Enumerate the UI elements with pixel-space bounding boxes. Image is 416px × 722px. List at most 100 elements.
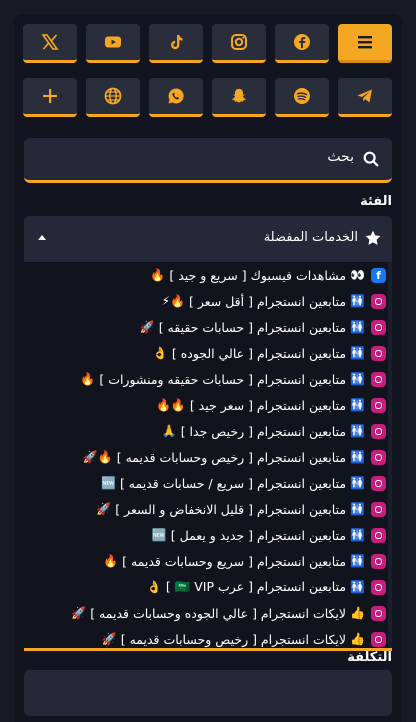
- service-option[interactable]: 🚻 متابعين انستجرام [ رخيص جدا ] 🙏: [24, 418, 392, 444]
- service-text: متابعين انستجرام [ حسابات حقيقه ]: [158, 319, 347, 335]
- service-tail-emoji: 👌: [152, 346, 168, 360]
- search-box[interactable]: بحث: [24, 138, 392, 183]
- service-badge: 👍: [350, 632, 365, 646]
- service-badge: 🚻: [350, 580, 365, 594]
- caret-up-icon: [38, 235, 46, 240]
- service-badge: 🚻: [350, 294, 365, 308]
- service-option[interactable]: 🚻 متابعين انستجرام [ حسابات حقيقه ] 🚀: [24, 314, 392, 340]
- instagram-icon: [371, 449, 386, 465]
- telegram-button[interactable]: [338, 78, 392, 117]
- instagram-icon: [371, 553, 386, 569]
- service-option[interactable]: 🚻 متابعين انستجرام [ رخيص وحسابات قديمه ]…: [24, 444, 392, 470]
- tiktok-button[interactable]: [149, 24, 203, 63]
- service-tail-emoji: 🔥: [80, 372, 96, 386]
- instagram-icon: [371, 605, 386, 621]
- service-text: مشاهدات فيسبوك [ سريع و جيد ]: [169, 267, 347, 283]
- service-rows: f 👀 مشاهدات فيسبوك [ سريع و جيد ] 🔥 🚻 متابعين…: [24, 262, 392, 648]
- service-option[interactable]: 👍 لايكات انستجرام [ رخيص وحسابات قديمه ] 🚀: [24, 626, 392, 648]
- instagram-icon: [371, 397, 386, 413]
- service-tail-emoji: 🚀: [96, 502, 112, 516]
- service-badge: 🚻: [350, 346, 365, 360]
- category-label: الفئة: [360, 194, 392, 209]
- facebook-button[interactable]: [275, 24, 329, 63]
- platform-row-2: [23, 78, 392, 118]
- service-tail-emoji: 🚀: [101, 632, 117, 646]
- service-badge: 🚻: [350, 476, 365, 490]
- instagram-icon: [371, 345, 386, 361]
- instagram-icon: [371, 423, 386, 439]
- service-tail-emoji: 🚀: [71, 606, 87, 620]
- scrollbar[interactable]: [388, 262, 392, 648]
- search-label: بحث: [327, 149, 354, 165]
- service-tail-emoji: 🔥⚡: [161, 294, 185, 308]
- service-badge: 🚻: [350, 502, 365, 516]
- service-badge: 🚻: [350, 398, 365, 412]
- instagram-icon: [371, 579, 386, 595]
- more-button[interactable]: [23, 78, 77, 117]
- service-text: متابعين انستجرام [ رخيص وحسابات قديمه ]: [116, 449, 347, 465]
- snapchat-icon: [232, 88, 246, 103]
- service-tail-emoji: 🔥: [103, 554, 119, 568]
- service-text: متابعين انستجرام [ رخيص جدا ]: [180, 423, 347, 439]
- x-button[interactable]: [23, 24, 77, 63]
- service-text: لايكات انستجرام [ رخيص وحسابات قديمه ]: [120, 631, 347, 647]
- service-option[interactable]: 🚻 متابعين انستجرام [ عرب 🇸🇦 VIP ] 👌: [24, 574, 392, 600]
- service-badge: 👀: [350, 268, 365, 282]
- youtube-icon: [105, 36, 121, 48]
- plus-icon: [43, 89, 57, 103]
- globe-button[interactable]: [86, 78, 140, 117]
- service-option[interactable]: 🚻 متابعين انستجرام [ سريع وحسابات قديمه ]…: [24, 548, 392, 574]
- instagram-icon: [371, 527, 386, 543]
- service-option[interactable]: 🚻 متابعين انستجرام [ قليل الانخفاض و السع…: [24, 496, 392, 522]
- x-icon: [41, 34, 59, 50]
- service-list[interactable]: f 👀 مشاهدات فيسبوك [ سريع و جيد ] 🔥 🚻 متابعين…: [24, 262, 392, 651]
- category-select[interactable]: الخدمات المفضلة: [24, 216, 392, 262]
- service-option[interactable]: 🚻 متابعين انستجرام [ أقل سعر ] 🔥⚡: [24, 288, 392, 314]
- service-option[interactable]: 🚻 متابعين انستجرام [ جديد و يعمل ] 🆕: [24, 522, 392, 548]
- instagram-button[interactable]: [212, 24, 266, 63]
- service-badge: 🚻: [350, 528, 365, 542]
- tiktok-icon: [171, 35, 183, 50]
- star-icon: [365, 230, 381, 245]
- whatsapp-button[interactable]: [149, 78, 203, 117]
- service-badge: 🚻: [350, 320, 365, 334]
- platform-grid: [23, 24, 392, 132]
- instagram-icon: [371, 475, 386, 491]
- service-text: لايكات انستجرام [ عالي الجوده وحسابات قد…: [90, 605, 347, 621]
- service-option[interactable]: 👍 لايكات انستجرام [ عالي الجوده وحسابات ق…: [24, 600, 392, 626]
- service-tail-emoji: 🙏: [161, 424, 177, 438]
- facebook-icon: [294, 34, 310, 50]
- service-option[interactable]: 🚻 متابعين انستجرام [ سعر جيد ] 🔥🔥: [24, 392, 392, 418]
- spotify-icon: [294, 88, 310, 104]
- menu-icon: [358, 36, 372, 49]
- service-option[interactable]: 🚻 متابعين انستجرام [ حسابات حقيقه ومنشورا…: [24, 366, 392, 392]
- platform-row-1: [23, 24, 392, 64]
- service-tail-emoji: 👌: [146, 580, 162, 594]
- search-icon: [363, 151, 379, 167]
- service-text: متابعين انستجرام [ عرب 🇸🇦 VIP ]: [165, 579, 347, 594]
- telegram-icon: [357, 89, 372, 103]
- service-tail-emoji: 🔥🚀: [82, 450, 113, 464]
- menu-button[interactable]: [338, 24, 392, 63]
- service-tail-emoji: 🆕: [101, 476, 116, 490]
- service-option[interactable]: 🚻 متابعين انستجرام [ سريع / حسابات قديمه …: [24, 470, 392, 496]
- service-text: متابعين انستجرام [ سريع وحسابات قديمه ]: [122, 553, 347, 569]
- youtube-button[interactable]: [86, 24, 140, 63]
- globe-icon: [104, 87, 122, 105]
- spotify-button[interactable]: [275, 78, 329, 117]
- service-badge: 👍: [350, 606, 365, 620]
- service-option[interactable]: f 👀 مشاهدات فيسبوك [ سريع و جيد ] 🔥: [24, 262, 392, 288]
- service-text: متابعين انستجرام [ أقل سعر ]: [188, 293, 347, 309]
- instagram-icon: [371, 501, 386, 517]
- service-option[interactable]: 🚻 متابعين انستجرام [ عالي الجوده ] 👌: [24, 340, 392, 366]
- facebook-icon: f: [371, 267, 386, 283]
- service-tail-emoji: 🆕: [151, 528, 167, 542]
- category-selected: الخدمات المفضلة: [263, 230, 358, 245]
- cost-field: [24, 670, 392, 716]
- service-badge: 🚻: [350, 372, 365, 386]
- service-text: متابعين انستجرام [ جديد و يعمل ]: [170, 527, 347, 543]
- snapchat-button[interactable]: [212, 78, 266, 117]
- service-tail-emoji: 🔥: [150, 268, 166, 282]
- service-text: متابعين انستجرام [ سعر جيد ]: [189, 397, 347, 413]
- service-text: متابعين انستجرام [ قليل الانخفاض و السعر…: [115, 501, 347, 517]
